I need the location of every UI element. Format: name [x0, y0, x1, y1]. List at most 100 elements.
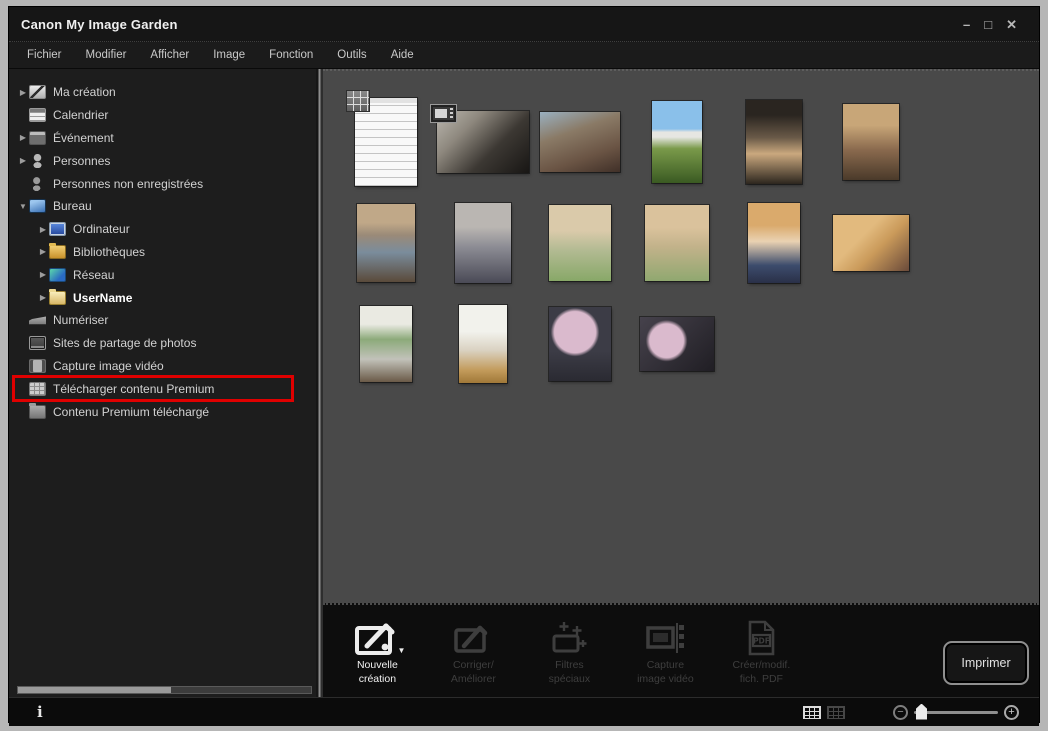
menu-image[interactable]: Image — [203, 49, 255, 61]
sidebar-item-capture-image-video[interactable]: Capture image vidéo — [9, 355, 316, 378]
expand-right-icon[interactable]: ▶ — [37, 293, 49, 302]
sidebar-horizontal-scrollbar[interactable] — [17, 686, 313, 694]
sidebar-item-evenement[interactable]: ▶ Événement — [9, 127, 316, 150]
content-region: ▶ Ma création Calendrier ▶ Événement ▶ Personn… — [9, 69, 1039, 697]
thumbnail-row — [337, 89, 1039, 192]
sidebar-item-personnes[interactable]: ▶ Personnes — [9, 149, 316, 172]
menu-outils[interactable]: Outils — [327, 49, 376, 61]
tool-label: Filtres spéciaux — [548, 659, 591, 685]
sidebar-item-bibliotheques[interactable]: ▶ Bibliothèques — [9, 241, 316, 264]
thumbnail-row — [337, 293, 1039, 394]
thumbnail-cell — [337, 293, 434, 394]
expand-right-icon[interactable]: ▶ — [37, 247, 49, 256]
maximize-button[interactable]: □ — [984, 18, 992, 31]
info-icon: i — [37, 703, 43, 721]
sidebar-item-label: Événement — [53, 130, 114, 145]
zoom-slider-handle[interactable] — [916, 703, 927, 720]
sidebar-item-username[interactable]: ▶ UserName — [9, 286, 316, 309]
sidebar-item-label: Numériser — [53, 313, 109, 328]
thumbnail-row — [337, 192, 1039, 293]
thumbnail-cell — [822, 192, 919, 293]
details-view-icon[interactable] — [827, 705, 845, 719]
tool-label: Capture image vidéo — [637, 659, 694, 685]
menu-bar: Fichier Modifier Afficher Image Fonction Outi… — [9, 42, 1039, 69]
thumbnail-baby-landscape[interactable] — [832, 214, 909, 271]
sidebar-item-calendrier[interactable]: Calendrier — [9, 104, 316, 127]
creation-icon — [29, 85, 46, 100]
expand-right-icon[interactable]: ▶ — [17, 156, 29, 165]
sidebar-item-bureau[interactable]: ▼ Bureau — [9, 195, 316, 218]
minimize-button[interactable]: – — [963, 18, 970, 31]
video-frame-capture-icon — [639, 619, 691, 657]
thumbnail-children-by-tree[interactable] — [454, 202, 511, 283]
videocap-icon — [29, 358, 46, 373]
thumbnail-cell — [628, 293, 725, 394]
thumbnail-cell — [434, 192, 531, 293]
sidebar-item-label: Contenu Premium téléchargé — [53, 404, 210, 419]
expand-right-icon[interactable]: ▶ — [17, 88, 29, 97]
tool-label: Nouvelle création — [356, 659, 398, 685]
zoom-control: − + — [893, 703, 1019, 720]
pdf-file-icon: PDF — [735, 619, 787, 657]
menu-modifier[interactable]: Modifier — [76, 49, 137, 61]
libraries-icon — [49, 242, 66, 259]
thumbnail-cell — [531, 91, 628, 192]
scanner-icon — [29, 316, 46, 325]
menu-afficher[interactable]: Afficher — [140, 49, 199, 61]
right-column: ▼ Nouvelle création Corriger/ Améliorer Fil… — [323, 69, 1039, 697]
thumbnail-umbrella-landscape[interactable] — [639, 316, 714, 371]
thumbnail-video-clip[interactable] — [429, 103, 529, 173]
sidebar-item-sites-de-partage-de-photos[interactable]: Sites de partage de photos — [9, 332, 316, 355]
app-window: Canon My Image Garden – □ ✕ Fichier Modifie… — [8, 6, 1040, 726]
close-button[interactable]: ✕ — [1006, 18, 1017, 31]
print-button[interactable]: Imprimer — [943, 641, 1029, 685]
thumbnail-flower-field[interactable] — [651, 100, 702, 183]
tool-label: Corriger/ Améliorer — [450, 659, 496, 685]
special-filters-icon — [543, 619, 595, 657]
thumbnail-child-at-table[interactable] — [458, 304, 507, 383]
thumbnail-umbrella-portrait[interactable] — [548, 306, 611, 381]
status-bar: i − + — [9, 697, 1039, 726]
thumbnail-family-at-table[interactable] — [539, 111, 620, 172]
expand-right-icon[interactable]: ▶ — [37, 270, 49, 279]
zoom-in-icon[interactable]: + — [1004, 704, 1019, 720]
expand-right-icon[interactable]: ▶ — [17, 133, 29, 142]
view-toggles — [803, 705, 845, 719]
sidebar-item-reseau[interactable]: ▶ Réseau — [9, 263, 316, 286]
thumbnail-house-patio-2[interactable] — [644, 204, 709, 281]
thumbnail-cell — [337, 192, 434, 293]
sidebar-item-label: Bibliothèques — [73, 244, 146, 259]
thumbnail-house-patio-1[interactable] — [548, 204, 611, 281]
zoom-slider[interactable] — [914, 703, 998, 720]
menu-aide[interactable]: Aide — [381, 49, 424, 61]
event-icon — [29, 130, 46, 145]
thumbnail-girl-by-fence[interactable] — [356, 203, 415, 282]
sidebar: ▶ Ma création Calendrier ▶ Événement ▶ Personn… — [9, 69, 317, 697]
expand-down-icon[interactable]: ▼ — [17, 202, 29, 211]
sidebar-item-label: UserName — [73, 290, 133, 305]
thumbnail-view-icon[interactable] — [803, 705, 821, 719]
sidebar-item-label: Bureau — [53, 199, 92, 214]
thumbnail-baby-portrait[interactable] — [747, 202, 800, 283]
menu-fichier[interactable]: Fichier — [17, 49, 72, 61]
sidebar-item-personnes-non-enregistrees[interactable]: Personnes non enregistrées — [9, 172, 316, 195]
sidebar-item-telecharger-contenu-premium[interactable]: Télécharger contenu Premium — [9, 375, 316, 403]
dropdown-arrow-icon[interactable]: ▼ — [397, 646, 405, 655]
expand-right-icon[interactable]: ▶ — [37, 225, 49, 234]
scrollbar-thumb[interactable] — [18, 687, 171, 693]
thumbnail-collage-document[interactable] — [345, 89, 417, 186]
desktop-icon — [29, 199, 46, 214]
tool-nouvelle-creation[interactable]: ▼ Nouvelle création — [335, 619, 419, 686]
sidebar-item-ordinateur[interactable]: ▶ Ordinateur — [9, 218, 316, 241]
sidebar-item-contenu-premium-telecharge[interactable]: Contenu Premium téléchargé — [9, 400, 316, 423]
menu-fonction[interactable]: Fonction — [259, 49, 323, 61]
sidebar-item-ma-creation[interactable]: ▶ Ma création — [9, 81, 316, 104]
thumbnail-child-in-car[interactable] — [745, 99, 802, 184]
thumbnail-child-bookshelf[interactable] — [842, 103, 899, 180]
sidebar-splitter[interactable] — [316, 69, 324, 697]
zoom-out-icon[interactable]: − — [893, 704, 908, 720]
sidebar-item-label: Capture image vidéo — [53, 358, 164, 373]
thumbnail-child-with-plant[interactable] — [359, 305, 412, 382]
sidebar-item-label: Personnes non enregistrées — [53, 176, 204, 191]
sidebar-item-numeriser[interactable]: Numériser — [9, 309, 316, 332]
